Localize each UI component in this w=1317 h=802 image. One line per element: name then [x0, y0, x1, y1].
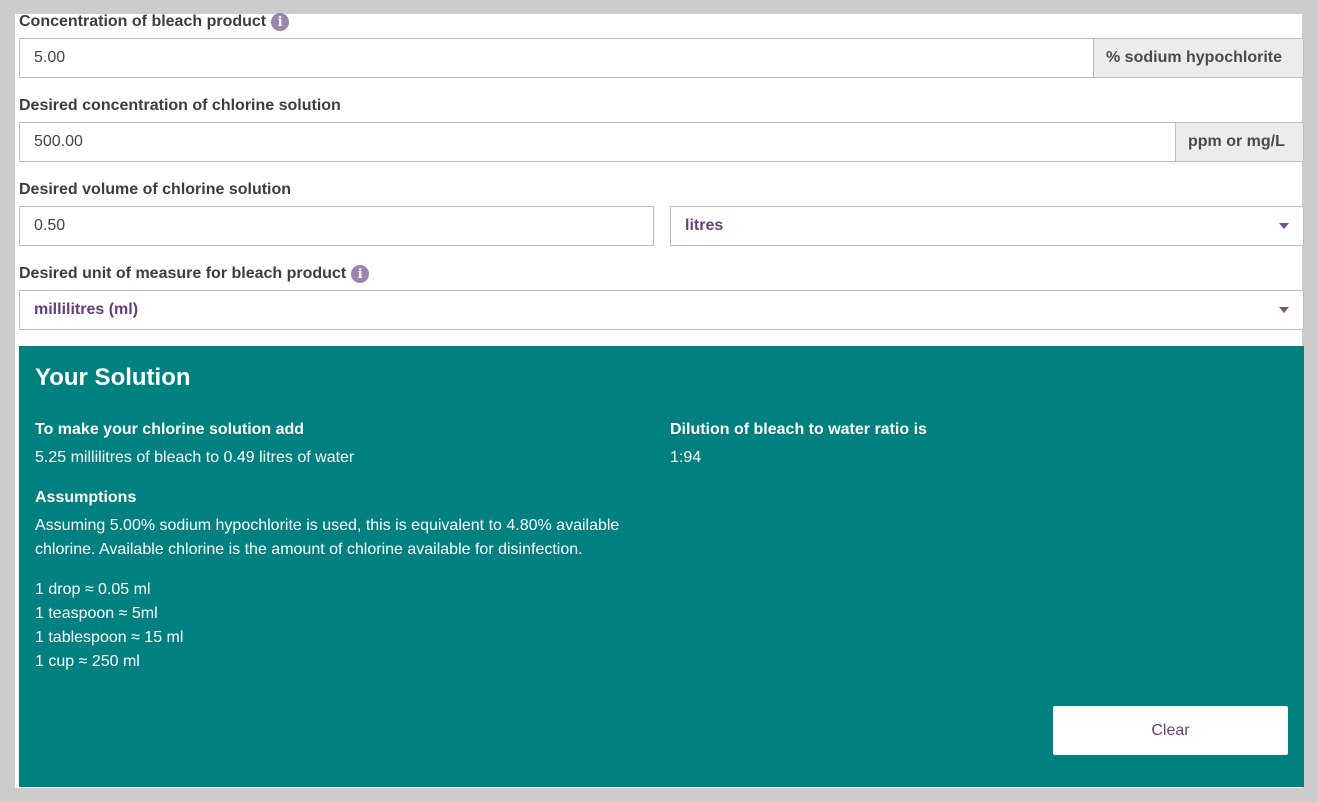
desired-volume-input[interactable]: 0.50 [19, 206, 654, 246]
clear-button[interactable]: Clear [1053, 706, 1288, 755]
chevron-down-icon [1279, 223, 1289, 229]
assumptions-heading: Assumptions [35, 489, 137, 506]
ratio-heading: Dilution of bleach to water ratio is [670, 421, 927, 438]
volume-unit-select[interactable]: litres [670, 206, 1304, 246]
bleach-concentration-unit: % sodium hypochlorite [1094, 38, 1304, 78]
bleach-unit-label: Desired unit of measure for bleach produ… [19, 264, 370, 284]
bleach-unit-selected: millilitres (ml) [34, 301, 139, 318]
conversion-cup: 1 cup ≈ 250 ml [35, 653, 140, 670]
solution-panel: Your Solution To make your chlorine solu… [19, 346, 1304, 787]
volume-unit-selected: litres [685, 217, 724, 234]
solution-title: Your Solution [35, 364, 191, 391]
assumptions-line-2: chlorine. Available chlorine is the amou… [35, 541, 583, 558]
desired-concentration-unit: ppm or mg/L [1176, 122, 1304, 162]
desired-concentration-input[interactable]: 500.00 [19, 122, 1176, 162]
chevron-down-icon [1279, 307, 1289, 313]
ratio-text: 1:94 [670, 449, 702, 466]
conversion-tablespoon: 1 tablespoon ≈ 15 ml [35, 629, 184, 646]
info-icon[interactable]: i [351, 265, 370, 283]
assumptions-line-1: Assuming 5.00% sodium hypochlorite is us… [35, 517, 620, 534]
bleach-concentration-input[interactable]: 5.00 [19, 38, 1094, 78]
info-icon[interactable]: i [271, 13, 290, 31]
conversion-drop: 1 drop ≈ 0.05 ml [35, 581, 151, 598]
bleach-concentration-label: Concentration of bleach product i [19, 12, 290, 32]
desired-volume-label: Desired volume of chlorine solution [19, 181, 292, 198]
bleach-unit-select[interactable]: millilitres (ml) [19, 290, 1304, 330]
desired-concentration-label: Desired concentration of chlorine soluti… [19, 97, 341, 114]
add-text: 5.25 millilitres of bleach to 0.49 litre… [35, 449, 355, 466]
add-heading: To make your chlorine solution add [35, 421, 305, 438]
conversion-teaspoon: 1 teaspoon ≈ 5ml [35, 605, 158, 622]
